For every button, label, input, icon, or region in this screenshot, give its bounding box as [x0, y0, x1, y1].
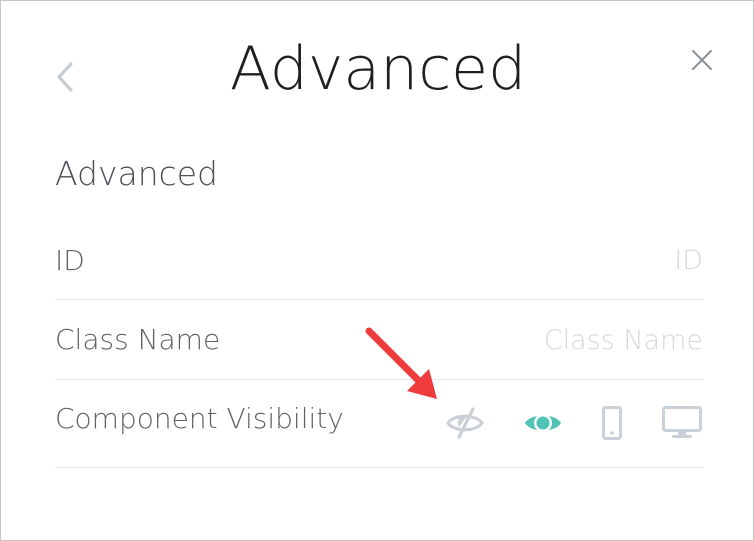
visibility-hidden-button[interactable] [445, 405, 485, 441]
visibility-options [443, 405, 703, 441]
desktop-icon [662, 406, 702, 438]
eye-slash-icon [446, 407, 484, 439]
visibility-desktop-button[interactable] [661, 405, 703, 441]
id-row: ID [55, 239, 703, 300]
component-visibility-label: Component Visibility [55, 402, 344, 435]
page-title: Advanced [229, 34, 527, 104]
mobile-icon [602, 406, 622, 440]
eye-icon [525, 414, 561, 432]
id-label: ID [55, 244, 85, 277]
id-input[interactable] [503, 241, 703, 281]
close-button[interactable] [690, 48, 714, 72]
visibility-mobile-button[interactable] [601, 405, 623, 441]
class-name-label: Class Name [55, 323, 221, 356]
advanced-settings-panel: Advanced Advanced ID Class Name Componen… [0, 0, 754, 541]
section-title: Advanced [55, 154, 219, 193]
class-name-input[interactable] [443, 321, 703, 361]
visibility-visible-button[interactable] [523, 405, 563, 441]
close-icon [692, 50, 712, 70]
component-visibility-row: Component Visibility [55, 397, 703, 468]
class-name-row: Class Name [55, 318, 703, 380]
